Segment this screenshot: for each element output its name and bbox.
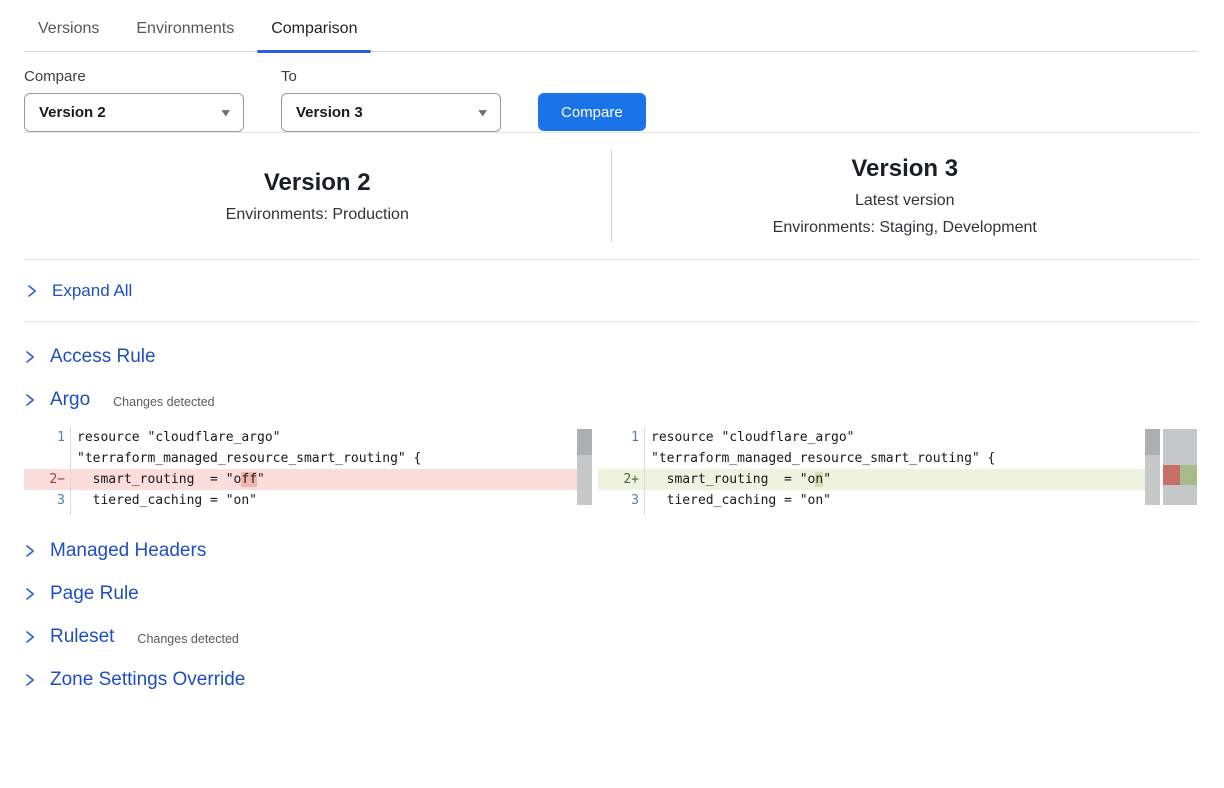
changes-detected-badge: Changes detected [137, 632, 238, 646]
chevron-right-icon [24, 587, 36, 601]
code-text: tiered_caching = "on" [70, 490, 592, 511]
changed-chars-highlight: n [815, 472, 823, 487]
diff-line: } [598, 511, 1160, 515]
chevron-right-icon [24, 673, 36, 687]
line-number: 3 [598, 490, 644, 511]
comparison-page: Versions Environments Comparison Compare… [0, 0, 1224, 701]
compare-from-label: Compare [24, 68, 244, 85]
diff-line: 1resource "cloudflare_argo" [24, 427, 592, 448]
line-number [598, 511, 644, 515]
section-label: Zone Settings Override [50, 669, 245, 691]
diff-line: "terraform_managed_resource_smart_routin… [24, 448, 592, 469]
deletion-marker [1163, 465, 1180, 485]
diff-line: "terraform_managed_resource_smart_routin… [598, 448, 1160, 469]
compare-to-value: Version 3 [296, 104, 363, 121]
line-number [598, 448, 644, 469]
compare-to-select[interactable]: Version 3 ▾ [281, 93, 501, 132]
version-right-title: Version 3 [612, 155, 1199, 183]
section-managed-headers[interactable]: Managed Headers [24, 529, 1198, 572]
tab-environments[interactable]: Environments [122, 4, 248, 51]
diff-right-scrollbar[interactable] [1145, 429, 1160, 505]
chevron-down-icon: ▾ [222, 106, 230, 119]
section-label: Managed Headers [50, 540, 206, 562]
changes-detected-badge: Changes detected [113, 395, 214, 409]
version-right-subtitle: Latest version [612, 192, 1199, 210]
diff-line: 2+ smart_routing = "on" [598, 469, 1160, 490]
tab-versions[interactable]: Versions [24, 4, 113, 51]
chevron-down-icon: ▾ [479, 106, 487, 119]
code-text: } [70, 511, 592, 515]
diff-line: 3 tiered_caching = "on" [24, 490, 592, 511]
section-label: Argo [50, 389, 90, 411]
code-text: resource "cloudflare_argo" [70, 427, 592, 448]
argo-diff-viewer: 1resource "cloudflare_argo""terraform_ma… [24, 427, 1198, 515]
diff-line: } [24, 511, 592, 515]
changed-chars-highlight: ff [241, 472, 257, 487]
section-label: Ruleset [50, 626, 114, 648]
code-text: smart_routing = "off" [70, 469, 592, 490]
diff-minimap [1163, 429, 1197, 505]
compare-button[interactable]: Compare [538, 93, 646, 131]
section-label: Page Rule [50, 583, 139, 605]
compare-from-value: Version 2 [39, 104, 106, 121]
chevron-right-icon [24, 544, 36, 558]
diff-line: 1resource "cloudflare_argo" [598, 427, 1160, 448]
diff-line: 3 tiered_caching = "on" [598, 490, 1160, 511]
code-text: "terraform_managed_resource_smart_routin… [644, 448, 1160, 469]
compare-to-field: To Version 3 ▾ [281, 68, 501, 132]
section-page-rule[interactable]: Page Rule [24, 572, 1198, 615]
section-ruleset[interactable]: Ruleset Changes detected [24, 615, 1198, 658]
line-number [24, 448, 70, 469]
diff-pane-right: 1resource "cloudflare_argo""terraform_ma… [598, 427, 1160, 515]
version-left-title: Version 2 [24, 169, 611, 197]
code-text: smart_routing = "on" [644, 469, 1160, 490]
chevron-right-icon [24, 393, 36, 407]
diff-line: 2− smart_routing = "off" [24, 469, 592, 490]
line-number: 1 [598, 427, 644, 448]
diff-change-marker [1163, 465, 1197, 485]
expand-all-label: Expand All [52, 281, 132, 301]
chevron-right-icon [24, 350, 36, 364]
chevron-right-icon [26, 284, 38, 298]
tab-bar: Versions Environments Comparison [24, 0, 1198, 52]
diff-pane-left: 1resource "cloudflare_argo""terraform_ma… [24, 427, 592, 515]
version-headers: Version 2 Environments: Production Versi… [24, 133, 1198, 259]
version-left-environments: Environments: Production [24, 206, 611, 224]
compare-from-select[interactable]: Version 2 ▾ [24, 93, 244, 132]
line-number: 2− [24, 469, 70, 490]
chevron-right-icon [24, 630, 36, 644]
compare-to-label: To [281, 68, 501, 85]
line-number: 3 [24, 490, 70, 511]
code-text: resource "cloudflare_argo" [644, 427, 1160, 448]
section-zone-settings-override[interactable]: Zone Settings Override [24, 658, 1198, 701]
version-left-header: Version 2 Environments: Production [24, 169, 611, 224]
compare-from-field: Compare Version 2 ▾ [24, 68, 244, 132]
line-number [24, 511, 70, 515]
addition-marker [1180, 465, 1197, 485]
section-argo[interactable]: Argo Changes detected [24, 378, 1198, 421]
code-text: tiered_caching = "on" [644, 490, 1160, 511]
compare-form: Compare Version 2 ▾ To Version 3 ▾ Compa… [24, 68, 1198, 132]
version-right-header: Version 3 Latest version Environments: S… [612, 155, 1199, 237]
tab-comparison[interactable]: Comparison [257, 4, 371, 51]
diff-left-scrollbar[interactable] [577, 429, 592, 505]
section-access-rule[interactable]: Access Rule [24, 335, 1198, 378]
expand-all-button[interactable]: Expand All [24, 260, 1198, 321]
code-text: "terraform_managed_resource_smart_routin… [70, 448, 592, 469]
section-label: Access Rule [50, 346, 156, 368]
line-number: 1 [24, 427, 70, 448]
code-text: } [644, 511, 1160, 515]
line-number: 2+ [598, 469, 644, 490]
version-right-environments: Environments: Staging, Development [612, 219, 1199, 237]
